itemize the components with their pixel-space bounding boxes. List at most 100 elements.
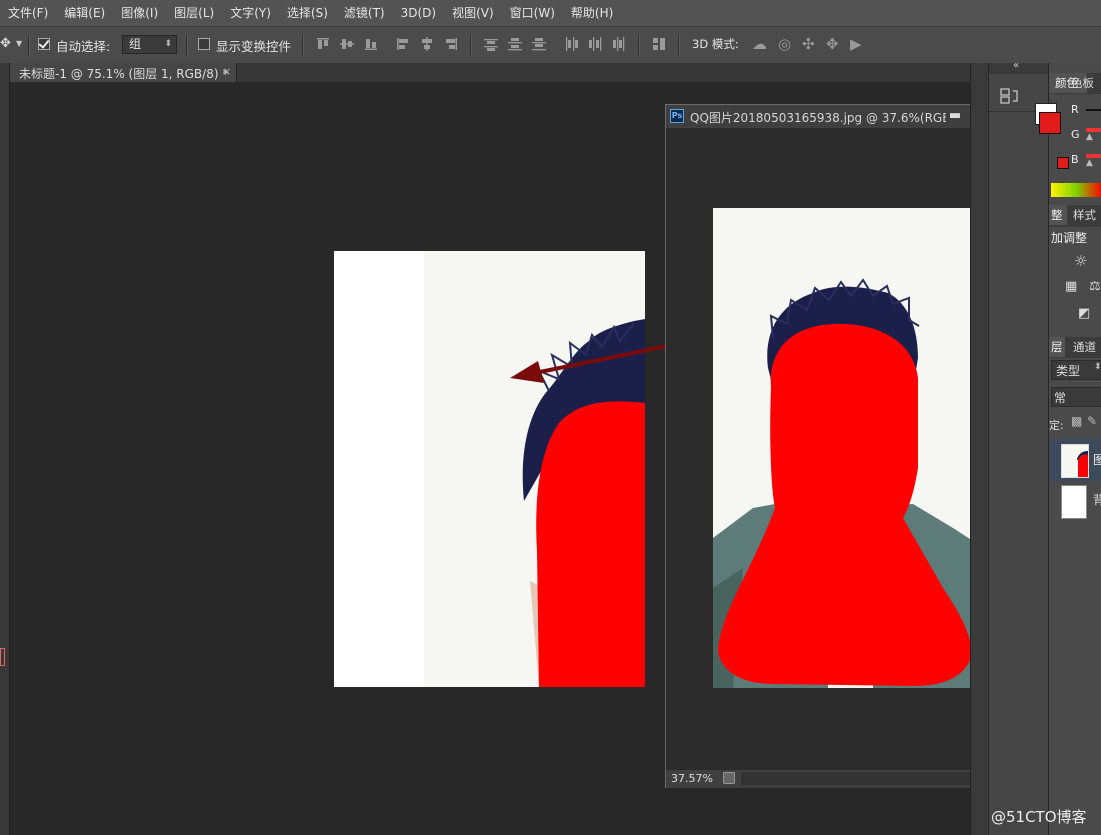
distribute-right-icon[interactable] xyxy=(612,37,626,51)
menu-view[interactable]: 视图(V) xyxy=(444,0,502,26)
blend-mode-select[interactable]: 常 xyxy=(1051,387,1101,407)
collapse-chevron-icon[interactable]: « xyxy=(1013,60,1019,71)
menu-type[interactable]: 文字(Y) xyxy=(222,0,279,26)
photoshop-app-icon: Ps xyxy=(670,109,684,123)
document-tab-active[interactable]: 未标题-1 @ 75.1% (图层 1, RGB/8) * × xyxy=(10,63,237,82)
align-vcenter-icon[interactable] xyxy=(340,37,354,51)
divider xyxy=(302,35,304,55)
panel-collapse-bar[interactable]: « xyxy=(989,60,1049,74)
distribute-top-icon[interactable] xyxy=(484,37,498,51)
tab-layers[interactable]: 层 xyxy=(1049,337,1065,357)
tab-channels[interactable]: 通道 xyxy=(1073,337,1096,357)
3d-orbit-icon[interactable]: ☁ xyxy=(752,35,767,53)
menu-bar: 文件(F) 编辑(E) 图像(I) 图层(L) 文字(Y) 选择(S) 滤镜(T… xyxy=(0,0,1101,27)
layer-row-selected[interactable]: 图 xyxy=(1049,439,1101,481)
foreground-swatch-edge[interactable] xyxy=(0,648,5,666)
lock-label: 定: xyxy=(1049,419,1064,432)
brightness-icon[interactable]: ☼ xyxy=(1074,252,1087,270)
auto-select-target-select[interactable]: 组 ⬍ xyxy=(122,35,177,54)
menu-3d[interactable]: 3D(D) xyxy=(393,0,444,26)
document-tab-close-icon[interactable]: × xyxy=(222,65,231,78)
watermark: @51CTO博客 xyxy=(991,808,1087,826)
layer-thumbnail xyxy=(1061,444,1089,478)
layer-1-name: 图 xyxy=(1093,453,1101,467)
tools-panel-edge xyxy=(0,63,10,835)
layer-row-background[interactable]: 背 xyxy=(1049,481,1101,521)
align-top-icon[interactable] xyxy=(316,37,330,51)
history-icon xyxy=(1000,88,1018,104)
divider xyxy=(678,35,680,55)
menu-image[interactable]: 图像(I) xyxy=(113,0,166,26)
slider-handle-icon[interactable]: ▲ xyxy=(1086,132,1093,142)
exposure-icon[interactable]: ▦ xyxy=(1065,279,1077,294)
menu-layer[interactable]: 图层(L) xyxy=(166,0,222,26)
channel-g-label: G xyxy=(1071,128,1080,141)
color-ramp[interactable] xyxy=(1051,183,1101,197)
select-arrows-icon: ⬍ xyxy=(164,39,172,49)
color-panel-tabs: 颜色 色板 xyxy=(1049,73,1101,94)
panel-icon-strip: « xyxy=(988,60,1049,835)
layer-filter-kind-select[interactable]: 类型 ⬍ xyxy=(1051,360,1101,380)
channel-r-label: R xyxy=(1071,103,1079,116)
photo-artwork xyxy=(713,208,984,688)
menu-window[interactable]: 窗口(W) xyxy=(502,0,563,26)
distribute-vcenter-icon[interactable] xyxy=(508,37,522,51)
zoom-level[interactable]: 37.57% xyxy=(671,772,713,785)
doc-info-icon[interactable] xyxy=(723,772,735,784)
blend-mode-value: 常 xyxy=(1054,391,1067,405)
adjustments-heading: 加调整 xyxy=(1051,231,1088,245)
photo-canvas[interactable] xyxy=(713,208,984,688)
auto-select-target-value: 组 xyxy=(129,37,142,51)
align-left-icon[interactable] xyxy=(396,37,410,51)
3d-pan-icon[interactable]: ✣ xyxy=(802,35,815,53)
auto-select-checkbox[interactable] xyxy=(38,38,50,50)
background-layer-thumbnail xyxy=(1061,485,1087,519)
selective-color-icon[interactable]: ◩ xyxy=(1078,306,1090,321)
menu-select[interactable]: 选择(S) xyxy=(279,0,336,26)
distribute-hcenter-icon[interactable] xyxy=(588,37,602,51)
channel-b-label: B xyxy=(1071,153,1079,166)
layers-panel-tabs: 层 通道 xyxy=(1049,337,1101,358)
align-right-icon[interactable] xyxy=(444,37,458,51)
show-transform-checkbox[interactable] xyxy=(198,38,210,50)
select-arrows-icon: ⬍ xyxy=(1094,362,1101,372)
slider-handle-icon[interactable]: ▲ xyxy=(1086,158,1093,168)
menu-file[interactable]: 文件(F) xyxy=(0,0,56,26)
tool-preset-dropdown-icon[interactable]: ▼ xyxy=(16,39,22,48)
layer-thumb-art xyxy=(1062,445,1088,477)
layer-2-name: 背 xyxy=(1093,493,1101,507)
lock-transparent-icon[interactable]: ▩ xyxy=(1071,414,1082,428)
3d-scale-icon[interactable]: ▶ xyxy=(850,35,862,53)
align-hcenter-icon[interactable] xyxy=(420,37,434,51)
lock-brush-icon[interactable]: ✎ xyxy=(1087,414,1097,428)
tab-adjustments[interactable]: 整 xyxy=(1049,205,1067,225)
menu-filter[interactable]: 滤镜(T) xyxy=(336,0,393,26)
foreground-color-swatch[interactable] xyxy=(1039,112,1061,134)
align-bottom-icon[interactable] xyxy=(364,37,378,51)
tab-swatches[interactable]: 色板 xyxy=(1071,73,1094,93)
divider xyxy=(638,35,640,55)
channel-r-slider[interactable] xyxy=(1086,109,1101,111)
menu-edit[interactable]: 编辑(E) xyxy=(56,0,113,26)
move-tool-icon[interactable]: ✥ xyxy=(0,36,11,51)
menu-help[interactable]: 帮助(H) xyxy=(563,0,621,26)
balance-icon[interactable]: ⚖ xyxy=(1089,279,1101,294)
divider xyxy=(28,35,30,55)
divider xyxy=(186,35,188,55)
auto-align-layers-icon[interactable] xyxy=(652,37,666,51)
distribute-left-icon[interactable] xyxy=(564,37,578,51)
3d-slide-icon[interactable]: ✥ xyxy=(826,35,839,53)
right-panel: 颜色 色板 R G ▲ B ▲ 整 样式 加调整 ☼ ▦ ⚖ ◩ 层 通道 类型… xyxy=(1035,63,1101,835)
minimize-button[interactable]: ▬ xyxy=(942,107,968,125)
divider xyxy=(470,35,472,55)
show-transform-label: 显示变换控件 xyxy=(216,39,292,54)
options-bar: ✥ ▼ 自动选择: 组 ⬍ 显示变换控件 3D 模式: ☁ ◎ ✣ ✥ ▶ xyxy=(0,27,1101,64)
filter-kind-value: 类型 xyxy=(1056,364,1081,378)
distribute-bottom-icon[interactable] xyxy=(532,37,546,51)
window-title: QQ图片20180503165938.jpg @ 37.6%(RGB/... xyxy=(690,111,946,125)
3d-mode-label: 3D 模式: xyxy=(692,37,739,51)
3d-roll-icon[interactable]: ◎ xyxy=(778,35,791,53)
tab-styles[interactable]: 样式 xyxy=(1073,205,1096,225)
history-panel-icon[interactable] xyxy=(999,87,1021,105)
panel-dock-gutter xyxy=(970,63,989,835)
